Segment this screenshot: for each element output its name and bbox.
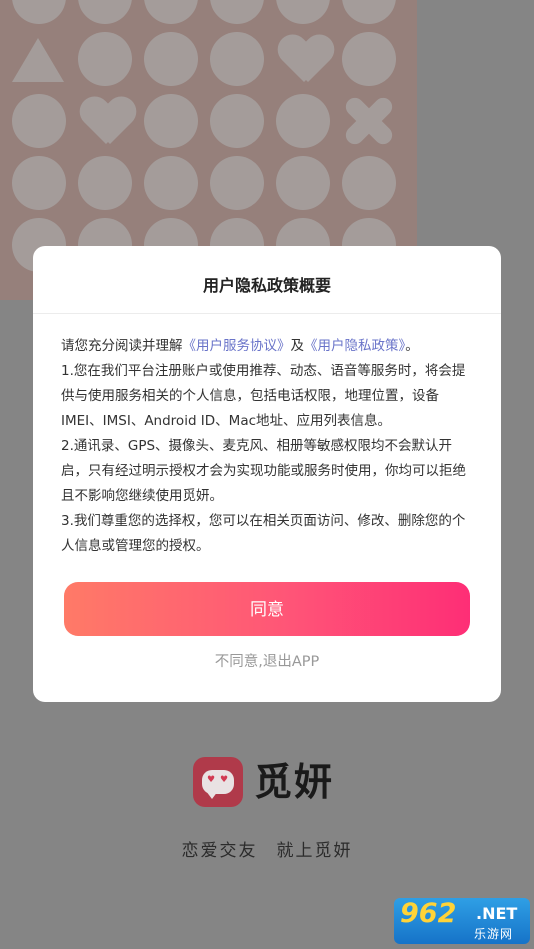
app-logo-icon: ♥ ♥ (193, 757, 243, 807)
site-watermark: 962 .NET 乐游网 (394, 898, 530, 944)
heart-eye-icon: ♥ (207, 775, 216, 785)
watermark-net: .NET (476, 904, 518, 923)
policy-paragraph-3: 3.我们尊重您的选择权，您可以在相关页面访问、修改、删除您的个人信息或管理您的授… (61, 513, 466, 554)
dialog-body: 请您充分阅读并理解《用户服务协议》及《用户隐私政策》。 1.您在我们平台注册账户… (61, 334, 471, 559)
intro-paragraph: 请您充分阅读并理解《用户服务协议》及《用户隐私政策》。 (61, 338, 419, 354)
app-name: 觅妍 (254, 760, 335, 804)
divider (33, 313, 501, 314)
heart-eye-icon: ♥ (220, 775, 229, 785)
privacy-policy-dialog: 用户隐私政策概要 请您充分阅读并理解《用户服务协议》及《用户隐私政策》。 1.您… (33, 246, 501, 702)
user-service-agreement-link[interactable]: 《用户服务协议》 (183, 338, 291, 354)
app-slogan: 恋爱交友 就上觅妍 (181, 841, 353, 861)
policy-paragraph-1: 1.您在我们平台注册账户或使用推荐、动态、语音等服务时，将会提供与使用服务相关的… (61, 363, 466, 429)
watermark-number: 962 (400, 898, 457, 929)
agree-button[interactable]: 同意 (64, 582, 470, 636)
policy-paragraph-2: 2.通讯录、GPS、摄像头、麦克风、相册等敏感权限均不会默认开启，只有经过明示授… (61, 438, 466, 504)
watermark-site-name: 乐游网 (474, 927, 514, 941)
privacy-policy-link[interactable]: 《用户隐私政策》 (304, 338, 405, 354)
decline-exit-link[interactable]: 不同意,退出APP (33, 650, 501, 671)
dialog-title: 用户隐私政策概要 (202, 276, 331, 295)
